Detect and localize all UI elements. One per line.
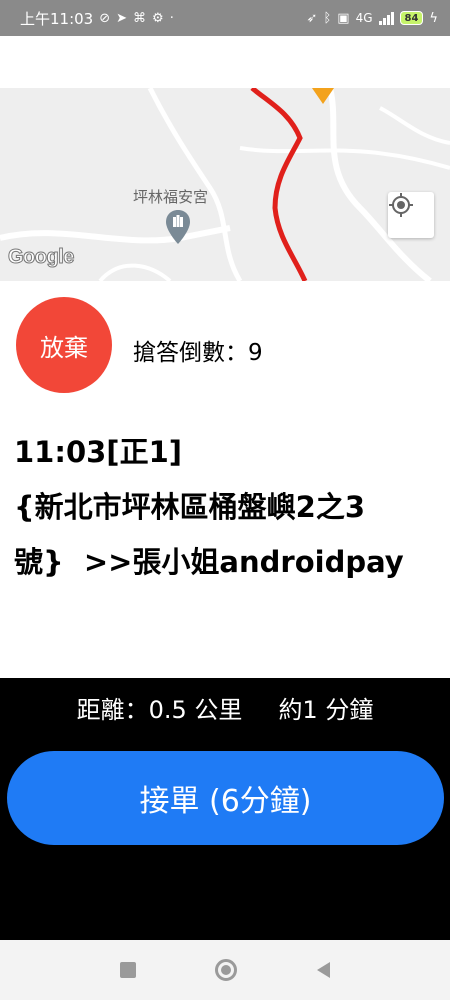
sync-off-icon: ⊘ — [99, 10, 111, 26]
hd-icon: ▣ — [337, 10, 350, 26]
home-button[interactable] — [215, 959, 238, 981]
google-logo: Google — [8, 246, 75, 269]
status-time: 上午11:03 — [20, 9, 94, 28]
distance-value: 距離：0.5 公里 — [76, 696, 243, 724]
distance-info: 距離：0.5 公里 約1 分鐘 — [0, 690, 450, 725]
order-address-line: {新北市坪林區桶盤嶼2之3 — [14, 490, 366, 524]
gear-icon: ⚙ — [152, 10, 164, 26]
recent-apps-button[interactable] — [119, 962, 136, 978]
back-button[interactable] — [317, 962, 331, 978]
order-time-line: 11:03[正1] — [14, 435, 182, 469]
crosshair-icon — [389, 193, 413, 217]
battery-level: 84 — [404, 12, 419, 24]
temple-pin-icon — [166, 210, 190, 244]
status-right: ➶ ᛒ ▣ 4G 84 ϟ — [307, 11, 438, 25]
signal-icon — [378, 11, 394, 25]
tower-icon: ⌘ — [133, 10, 147, 26]
status-left: 上午11:03 ⊘ ➤ ⌘ ⚙ · — [20, 8, 174, 29]
charging-icon: ϟ — [429, 10, 438, 26]
order-info: 11:03[正1] {新北市坪林區桶盤嶼2之3 號} >>張小姐androidp… — [14, 425, 439, 590]
map-place-label: 坪林福安宮 — [133, 188, 209, 206]
top-gap — [0, 36, 450, 88]
bluetooth-icon: ᛒ — [323, 10, 332, 26]
dot-icon: · — [169, 10, 174, 26]
navigation-bar — [0, 940, 450, 1000]
eta-value: 約1 分鐘 — [278, 696, 374, 724]
my-location-button[interactable] — [388, 192, 434, 238]
accept-order-button[interactable]: 接單 (6分鐘) — [7, 751, 444, 845]
abandon-button[interactable]: 放棄 — [16, 297, 112, 393]
location-icon: ➶ — [306, 10, 318, 26]
telegram-icon: ➤ — [116, 10, 128, 26]
order-customer-line: 號} >>張小姐androidpay — [14, 545, 404, 579]
network-type: 4G — [355, 11, 373, 25]
battery-icon: 84 — [399, 11, 424, 25]
countdown-label: 搶答倒數：9 — [133, 340, 263, 366]
status-bar: 上午11:03 ⊘ ➤ ⌘ ⚙ · ➶ ᛒ ▣ 4G 84 ϟ — [0, 0, 450, 36]
